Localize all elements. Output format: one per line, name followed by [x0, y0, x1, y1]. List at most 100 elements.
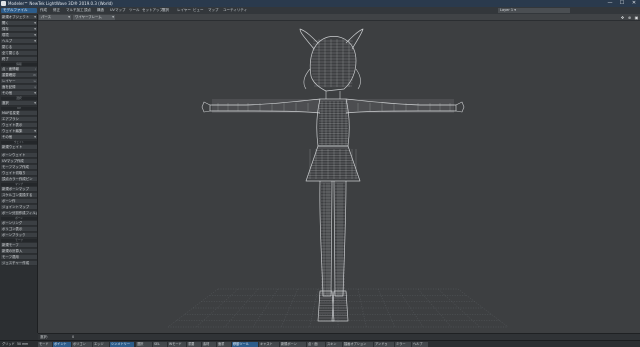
maximize-button[interactable]: ☐ [616, 0, 628, 7]
bottom-toolbar-item[interactable]: キャスト [259, 342, 279, 347]
skirt-mesh [306, 147, 360, 179]
skirt-mesh [309, 149, 357, 179]
menu-item[interactable]: ツール [129, 8, 140, 13]
panel-button[interactable]: 環境 [1, 33, 37, 38]
left-leg [319, 180, 333, 297]
menu-item[interactable]: マルチ加工 [66, 8, 84, 13]
panel-button[interactable]: 開く [1, 21, 37, 26]
left-arm-mesh [212, 99, 320, 113]
panel-button[interactable]: ヘルプ [1, 39, 37, 44]
bottom-toolbar-item[interactable]: Wモード [168, 342, 186, 347]
bottom-toolbar-item[interactable]: ポリゴン [72, 342, 92, 347]
panel-button-label: ボーンウェイト [2, 153, 26, 157]
panel-button[interactable]: エアブラシ [1, 117, 37, 122]
panel-button[interactable]: 終了 [1, 57, 37, 62]
bottom-toolbar-item[interactable]: 重要 [187, 342, 201, 347]
panel-button[interactable]: UVマップ作成 [1, 159, 37, 164]
menu-item[interactable]: ユーティリティ [223, 8, 247, 13]
panel-button[interactable]: ジェスチャー作成 [1, 261, 37, 266]
bottom-toolbar-item[interactable]: シンメトリー [110, 342, 134, 347]
bottom-toolbar-item[interactable]: 移動ツール [232, 342, 258, 347]
bottom-toolbar-item[interactable]: SEL [153, 342, 167, 347]
panel-button[interactable]: 保存 [1, 27, 37, 32]
panel-button[interactable]: ボーンリング [1, 221, 37, 226]
panel-button[interactable]: 新規オブジェクト [1, 15, 37, 20]
panel-button[interactable]: ボーン分割作成フィルム [1, 211, 37, 216]
panel-button[interactable]: 新規モーフ [1, 243, 37, 248]
close-button[interactable]: ✕ [628, 0, 640, 7]
panel-button[interactable]: スケルゴン変換する [1, 193, 37, 198]
panel-button[interactable]: ポリゴン表示 [1, 227, 37, 232]
bottom-toolbar-item[interactable]: モード [38, 342, 52, 347]
panel-button-label: ボーンブラック [2, 233, 26, 237]
panel-section-header: ウェイト [1, 141, 37, 144]
panel-button[interactable]: 面を記録 q [1, 85, 37, 90]
zoom-icon[interactable]: ⊕ [627, 15, 632, 20]
panel-button[interactable]: ボーン作 [1, 199, 37, 204]
panel-button[interactable]: 新規の計算入 [1, 249, 37, 254]
viewport-perspective[interactable] [38, 21, 640, 333]
menu-item[interactable]: 構造 [97, 8, 104, 13]
panel-button[interactable]: 選択 [1, 101, 37, 106]
panel-button[interactable]: レイヤー w [1, 79, 37, 84]
menu-item[interactable]: 選択 [162, 8, 169, 13]
menu-item[interactable]: 頂点 [84, 8, 91, 13]
panel-button-label: 重要確認 [2, 73, 16, 77]
panel-button[interactable]: 新規ウェイト [1, 145, 37, 150]
grid-line [357, 288, 367, 328]
menu-item[interactable]: ビュー [193, 8, 204, 13]
bottom-toolbar-item[interactable]: グリッド: [1, 342, 15, 347]
panel-button[interactable]: 閉じる [1, 45, 37, 50]
tab-main[interactable]: モデルファイル [1, 8, 37, 13]
bottom-toolbar-item[interactable]: ポイント [53, 342, 71, 347]
panel-button[interactable]: その他 [1, 135, 37, 140]
bottom-toolbar-item[interactable]: 素材 [202, 342, 216, 347]
minimize-button[interactable]: — [604, 0, 616, 7]
menu-item[interactable]: セットアップ [142, 8, 163, 13]
bottom-toolbar-item[interactable]: 50 mm [16, 342, 36, 347]
panel-button[interactable]: 全て閉じる [1, 51, 37, 56]
left-tool-panel: 新規オブジェクト開く保存環境ヘルプ閉じる全て閉じる終了情報点・面情報 i 重要確認 W… [0, 14, 38, 333]
panel-button-label: モーフ適用 [2, 255, 19, 259]
panel-button[interactable]: ウェイト切取り [1, 171, 37, 176]
bottom-toolbar-item[interactable]: ミラー [395, 342, 411, 347]
bottom-toolbar-item[interactable]: 新規ボーン [280, 342, 306, 347]
panel-button[interactable]: ウェイト編集 [1, 129, 37, 134]
panel-button-label: 頂点カラー作成ピン [2, 177, 33, 181]
panel-button[interactable]: 点・面情報 i [1, 67, 37, 72]
menu-item[interactable]: マップ [208, 8, 219, 13]
menu-item[interactable]: 作成 [40, 8, 47, 13]
bottom-toolbar-item[interactable]: 面重 [217, 342, 231, 347]
panel-button-label: 環境 [2, 33, 9, 37]
view-type-dropdown[interactable]: パース [39, 15, 71, 20]
right-hand [455, 101, 465, 113]
bottom-toolbar-item[interactable]: エッジ [93, 342, 109, 347]
panel-button[interactable]: ボーンウェイト [1, 153, 37, 158]
panel-button[interactable]: ボーンブラック [1, 233, 37, 238]
panel-button[interactable]: モーフ適用 [1, 255, 37, 260]
panel-button[interactable]: ジョイントマップ [1, 205, 37, 210]
bottom-toolbar-item[interactable]: アンドゥ [374, 342, 394, 347]
menu-item[interactable]: UVマップ [110, 8, 125, 13]
bottom-toolbar-item[interactable]: 描画オプション [343, 342, 373, 347]
panel-button-label: スケルゴン変換する [2, 193, 33, 197]
menu-item[interactable]: 修正 [53, 8, 60, 13]
move-icon[interactable]: ✥ [620, 15, 625, 20]
panel-button[interactable]: 頂点カラー作成ピン [1, 177, 37, 182]
maximize-icon[interactable]: ▣ [634, 15, 639, 20]
bottom-toolbar-item[interactable]: 選択 [136, 342, 152, 347]
panel-button[interactable]: 重要確認 W [1, 73, 37, 78]
render-style-dropdown[interactable]: ワイヤーフレーム [73, 15, 115, 20]
viewport-header: パース ワイヤーフレーム ✥ ⊕ ▣ [38, 14, 640, 21]
panel-button[interactable]: MAP名変更 [1, 111, 37, 116]
panel-button[interactable]: モーフマップ作成 [1, 165, 37, 170]
layer-dropdown[interactable]: Layer 1 ▾ [498, 8, 570, 13]
panel-button-label: 点・面情報 [2, 67, 19, 71]
panel-button[interactable]: ウェイト表示 [1, 123, 37, 128]
bottom-toolbar-item[interactable]: スキン [326, 342, 342, 347]
menu-item[interactable]: レイヤー [177, 8, 191, 13]
bottom-toolbar-item[interactable]: 点・面 [307, 342, 325, 347]
panel-button[interactable]: 新規ボーンマップ [1, 187, 37, 192]
bottom-toolbar-item[interactable]: ヘルプ [412, 342, 428, 347]
panel-button[interactable]: その他 [1, 91, 37, 96]
